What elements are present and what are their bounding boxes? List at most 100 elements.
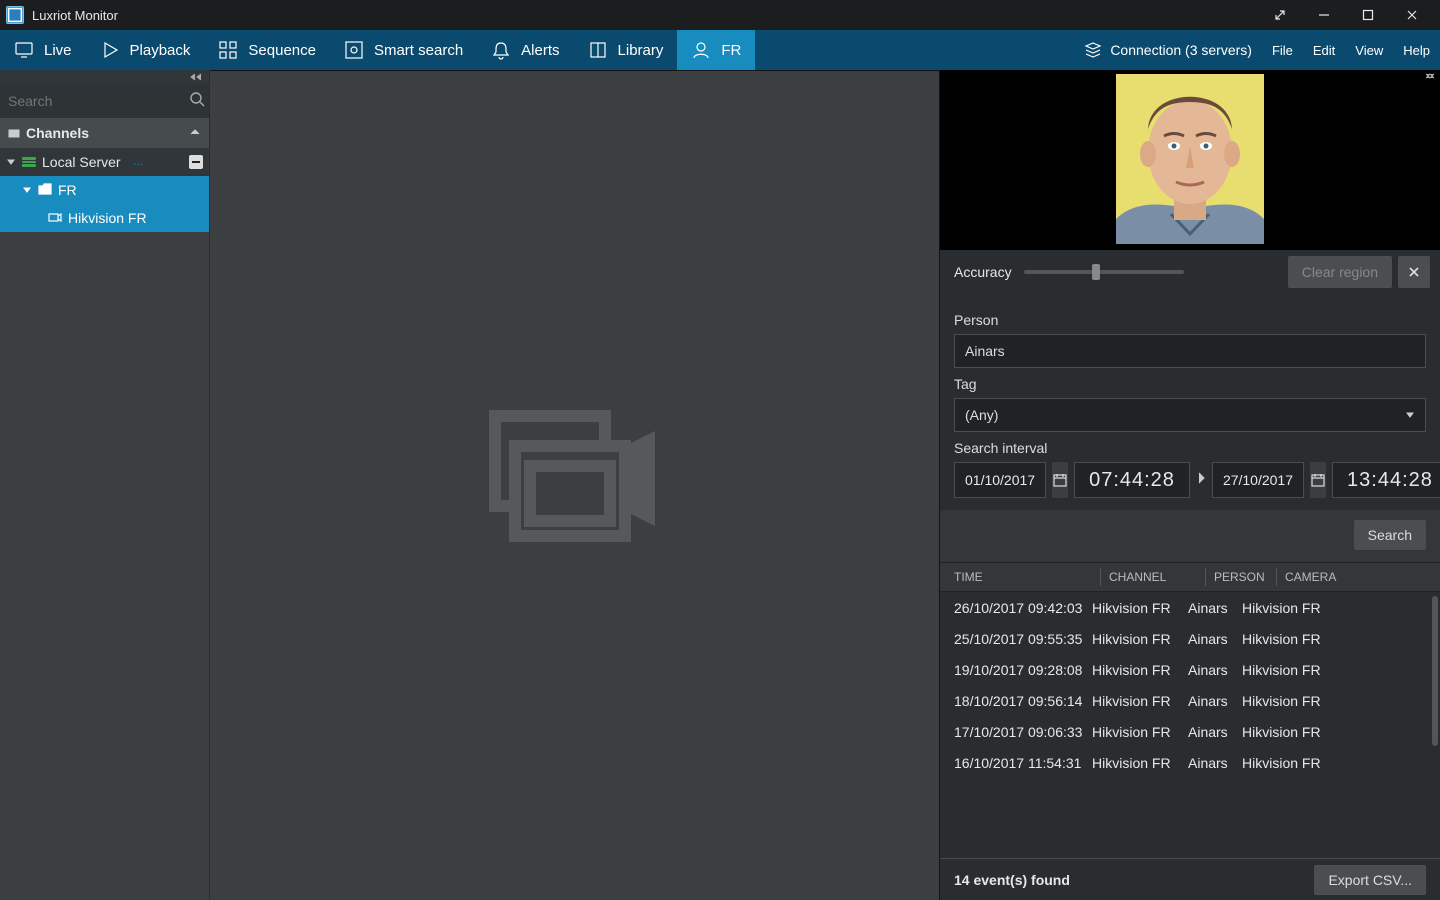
tab-library[interactable]: Library	[574, 30, 678, 70]
collapse-left-icon	[189, 72, 203, 82]
result-row[interactable]: 16/10/2017 11:54:31 Hikvision FR Ainars …	[940, 747, 1440, 778]
tree-fr-folder[interactable]: FR	[0, 176, 209, 204]
person-icon	[691, 40, 711, 60]
time-to[interactable]: 13:44:28	[1332, 462, 1440, 498]
chevron-up-icon	[189, 125, 201, 141]
result-row[interactable]: 17/10/2017 09:06:33 Hikvision FR Ainars …	[940, 716, 1440, 747]
tab-fr[interactable]: FR	[677, 30, 755, 70]
clear-region-button[interactable]: Clear region	[1288, 256, 1392, 288]
accuracy-row: Accuracy Clear region	[940, 250, 1440, 294]
tab-alerts[interactable]: Alerts	[477, 30, 573, 70]
tab-playback[interactable]: Playback	[86, 30, 205, 70]
date-from[interactable]: 01/10/2017	[954, 462, 1046, 498]
tab-label: Sequence	[248, 42, 316, 59]
channels-header[interactable]: Channels	[0, 118, 209, 148]
server-icon	[22, 157, 36, 167]
tab-label: FR	[721, 42, 741, 59]
results-footer: 14 event(s) found Export CSV...	[940, 858, 1440, 900]
face-image	[1116, 74, 1264, 244]
calendar-to-button[interactable]	[1310, 462, 1326, 498]
calendar-icon	[1310, 472, 1326, 488]
fr-panel: Accuracy Clear region Person Tag (Any) S…	[940, 70, 1440, 900]
results-header: TIME CHANNEL PERSON CAMERA	[940, 562, 1440, 592]
connection-button[interactable]: Connection (3 servers)	[1074, 30, 1262, 70]
channels-label: Channels	[26, 125, 89, 141]
person-input[interactable]	[954, 334, 1426, 368]
interval-label: Search interval	[954, 440, 1426, 456]
book-icon	[588, 40, 608, 60]
col-time[interactable]: TIME	[954, 570, 1092, 584]
video-viewport	[210, 70, 940, 900]
tag-value: (Any)	[965, 407, 998, 423]
no-video-icon	[485, 406, 665, 566]
tab-label: Playback	[130, 42, 191, 59]
menu-help[interactable]: Help	[1393, 30, 1440, 70]
tab-label: Live	[44, 42, 72, 59]
chevron-down-icon	[1405, 407, 1415, 423]
search-button[interactable]: Search	[1354, 520, 1426, 550]
calendar-icon	[1052, 472, 1068, 488]
maximize-button[interactable]	[1346, 0, 1390, 30]
bell-icon	[491, 40, 511, 60]
tab-live[interactable]: Live	[0, 30, 86, 70]
stack-icon	[1084, 41, 1102, 59]
time-from[interactable]: 07:44:28	[1074, 462, 1190, 498]
server-toggle[interactable]	[189, 155, 203, 169]
accuracy-slider[interactable]	[1024, 270, 1184, 274]
calendar-from-button[interactable]	[1052, 462, 1068, 498]
person-label: Person	[954, 312, 1426, 328]
results-list[interactable]: 26/10/2017 09:42:03 Hikvision FR Ainars …	[940, 592, 1440, 858]
col-channel[interactable]: CHANNEL	[1109, 570, 1197, 584]
tab-sequence[interactable]: Sequence	[204, 30, 330, 70]
scan-icon	[344, 40, 364, 60]
col-person[interactable]: PERSON	[1214, 570, 1268, 584]
folder-icon	[38, 182, 52, 199]
app-icon	[6, 6, 24, 24]
expand-diagonal-icon[interactable]	[1258, 0, 1302, 30]
tab-label: Alerts	[521, 42, 559, 59]
window-title: Luxriot Monitor	[32, 8, 1258, 23]
search-form: Person Tag (Any) Search interval 01/10/2…	[940, 294, 1440, 510]
server-extra: …	[133, 156, 144, 168]
col-camera[interactable]: CAMERA	[1285, 570, 1426, 584]
accuracy-label: Accuracy	[954, 264, 1012, 280]
sidebar: Channels Local Server … FR Hikvision FR	[0, 70, 210, 900]
tree-label: FR	[58, 182, 77, 198]
sidebar-search	[0, 84, 209, 118]
tree-server[interactable]: Local Server …	[0, 148, 209, 176]
close-button[interactable]	[1390, 0, 1434, 30]
channels-icon	[8, 127, 20, 139]
tree-camera[interactable]: Hikvision FR	[0, 204, 209, 232]
face-preview	[940, 70, 1440, 250]
arrow-right-icon	[1196, 471, 1206, 490]
panel-expand-toggle[interactable]	[1422, 70, 1438, 82]
result-row[interactable]: 18/10/2017 09:56:14 Hikvision FR Ainars …	[940, 685, 1440, 716]
result-row[interactable]: 26/10/2017 09:42:03 Hikvision FR Ainars …	[940, 592, 1440, 623]
connection-label: Connection (3 servers)	[1110, 42, 1252, 58]
result-row[interactable]: 25/10/2017 09:55:35 Hikvision FR Ainars …	[940, 623, 1440, 654]
search-icon[interactable]	[189, 91, 205, 112]
sidebar-collapse[interactable]	[0, 70, 209, 84]
minimize-button[interactable]	[1302, 0, 1346, 30]
date-to[interactable]: 27/10/2017	[1212, 462, 1304, 498]
menu-edit[interactable]: Edit	[1303, 30, 1345, 70]
search-input[interactable]	[8, 93, 189, 109]
export-csv-button[interactable]: Export CSV...	[1314, 865, 1426, 895]
grid-icon	[218, 40, 238, 60]
tab-smart-search[interactable]: Smart search	[330, 30, 477, 70]
close-preview-button[interactable]	[1398, 256, 1430, 288]
tab-label: Library	[618, 42, 664, 59]
tree-label: Local Server	[42, 154, 121, 170]
scrollbar-thumb[interactable]	[1432, 596, 1438, 746]
tree-label: Hikvision FR	[68, 210, 147, 226]
menu-view[interactable]: View	[1345, 30, 1393, 70]
menu-file[interactable]: File	[1262, 30, 1303, 70]
main-nav: Live Playback Sequence Smart search Aler…	[0, 30, 1440, 70]
result-count: 14 event(s) found	[954, 872, 1070, 888]
tag-select[interactable]: (Any)	[954, 398, 1426, 432]
result-row[interactable]: 19/10/2017 09:28:08 Hikvision FR Ainars …	[940, 654, 1440, 685]
tag-label: Tag	[954, 376, 1426, 392]
tab-label: Smart search	[374, 42, 463, 59]
monitor-icon	[14, 40, 34, 60]
play-icon	[100, 40, 120, 60]
